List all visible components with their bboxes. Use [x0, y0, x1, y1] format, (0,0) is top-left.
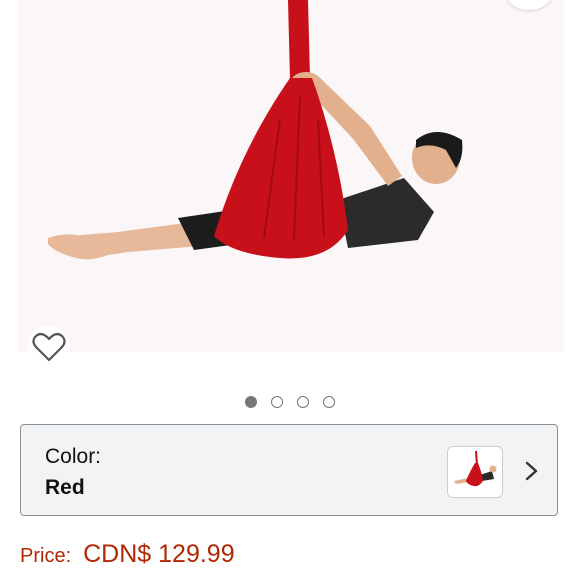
price-value: CDN$ 129.99	[83, 540, 235, 568]
wishlist-button[interactable]	[28, 326, 70, 368]
carousel-dot-1[interactable]	[245, 396, 257, 408]
heart-outline-icon	[32, 332, 66, 362]
color-value: Red	[45, 476, 85, 499]
image-carousel-indicator	[0, 396, 580, 414]
carousel-dot-3[interactable]	[297, 396, 309, 408]
price-label: Price:	[20, 545, 72, 567]
carousel-dot-4[interactable]	[323, 396, 335, 408]
color-thumbnail[interactable]	[447, 446, 503, 498]
price-row: Price: CDN$ 129.99	[20, 540, 235, 574]
product-image[interactable]	[18, 0, 564, 352]
carousel-dot-2[interactable]	[271, 396, 283, 408]
thumbnail-image	[448, 447, 502, 497]
color-label: Color:	[45, 445, 102, 468]
product-photo	[48, 0, 463, 260]
chevron-right-icon[interactable]	[521, 460, 541, 482]
color-selector[interactable]: Color: Red	[20, 424, 558, 516]
